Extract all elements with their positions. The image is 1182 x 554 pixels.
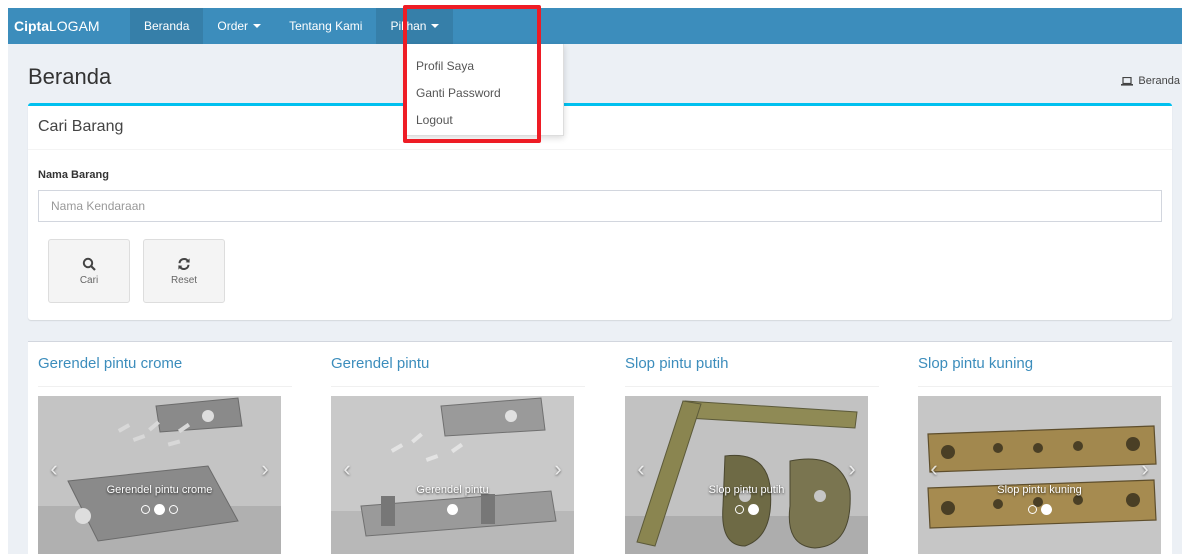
- caret-down-icon: [431, 24, 440, 28]
- caret-down-icon: [253, 24, 262, 28]
- breadcrumb[interactable]: Beranda: [1121, 75, 1180, 87]
- product-photo: [918, 396, 1161, 554]
- brand-rest: LOGAM: [49, 18, 100, 34]
- brand-bold: Cipta: [14, 18, 49, 34]
- refresh-icon: [178, 257, 190, 270]
- nama-barang-label: Nama Barang: [38, 169, 109, 181]
- nav-tentang-kami[interactable]: Tentang Kami: [275, 8, 376, 44]
- menu-item-profil-saya[interactable]: Profil Saya: [407, 56, 563, 83]
- divider: [918, 386, 1172, 387]
- carousel-caption: Slop pintu kuning: [997, 484, 1082, 496]
- brand-logo[interactable]: Cipta LOGAM: [8, 8, 130, 44]
- nama-barang-input[interactable]: [38, 190, 1162, 222]
- content-wrapper: Beranda Beranda Cari Barang Nama Barang …: [8, 44, 1182, 554]
- nav-beranda[interactable]: Beranda: [130, 8, 204, 44]
- carousel-caption: Gerendel pintu: [416, 484, 489, 496]
- product-title[interactable]: Gerendel pintu crome: [38, 355, 182, 372]
- carousel-prev-icon[interactable]: ‹: [46, 456, 62, 482]
- search-box-title: Cari Barang: [28, 106, 1172, 150]
- nav-order-label: Order: [217, 19, 249, 33]
- product-carousel[interactable]: ‹ › Slop pintu kuning: [918, 396, 1161, 554]
- product-title[interactable]: Slop pintu kuning: [918, 355, 1033, 372]
- carousel-indicators: [38, 504, 281, 515]
- product-card: Gerendel pintu crome ‹ › Gerendel pintu …: [28, 342, 292, 554]
- carousel-dot[interactable]: [154, 504, 165, 515]
- carousel-indicators: [918, 504, 1161, 515]
- carousel-next-icon[interactable]: ›: [550, 456, 566, 482]
- product-card: Gerendel pintu ‹ › Gerendel pintu: [321, 342, 585, 554]
- nav-beranda-label: Beranda: [144, 19, 190, 33]
- pilihan-dropdown-menu: Profil Saya Ganti Password Logout: [406, 44, 564, 136]
- carousel-indicators: [331, 504, 574, 515]
- menu-item-logout[interactable]: Logout: [407, 110, 563, 137]
- product-carousel[interactable]: ‹ › Gerendel pintu: [331, 396, 574, 554]
- carousel-indicators: [625, 504, 868, 515]
- carousel-dot[interactable]: [734, 505, 744, 514]
- product-title[interactable]: Gerendel pintu: [331, 355, 429, 372]
- carousel-prev-icon[interactable]: ‹: [926, 456, 942, 482]
- carousel-prev-icon[interactable]: ‹: [339, 456, 355, 482]
- nav-pilihan[interactable]: Pilihan: [376, 8, 454, 44]
- product-carousel[interactable]: ‹ › Gerendel pintu crome: [38, 396, 281, 554]
- divider: [331, 386, 585, 387]
- nav-pilihan-label: Pilihan: [390, 19, 427, 33]
- nav-order[interactable]: Order: [203, 8, 275, 44]
- carousel-dot[interactable]: [1027, 505, 1037, 514]
- reset-button[interactable]: Reset: [143, 239, 225, 303]
- carousel-dot[interactable]: [169, 505, 178, 514]
- product-grid: Gerendel pintu crome ‹ › Gerendel pintu …: [28, 341, 1172, 554]
- search-icon: [82, 257, 96, 271]
- product-carousel[interactable]: ‹ › Slop pintu putih: [625, 396, 868, 554]
- carousel-prev-icon[interactable]: ‹: [633, 456, 649, 482]
- page-title: Beranda: [28, 64, 112, 89]
- search-box: Cari Barang Nama Barang Cari Reset: [28, 103, 1172, 320]
- carousel-caption: Slop pintu putih: [708, 484, 785, 496]
- breadcrumb-label: Beranda: [1138, 75, 1180, 87]
- nav-tentang-kami-label: Tentang Kami: [289, 19, 363, 33]
- product-photo: [331, 396, 574, 554]
- carousel-next-icon[interactable]: ›: [257, 456, 273, 482]
- product-photo: [38, 396, 281, 554]
- search-button-label: Cari: [79, 274, 99, 286]
- product-card: Slop pintu kuning ‹ › Slop pintu kuning: [908, 342, 1172, 554]
- carousel-dot[interactable]: [141, 505, 150, 514]
- carousel-dot[interactable]: [1040, 504, 1052, 515]
- carousel-dot[interactable]: [447, 504, 458, 515]
- product-card: Slop pintu putih ‹ › Slop pintu putih: [615, 342, 879, 554]
- laptop-icon: [1121, 76, 1134, 86]
- search-button[interactable]: Cari: [48, 239, 130, 303]
- top-navbar: Cipta LOGAM Beranda Order Tentang Kami Pi…: [8, 8, 1182, 44]
- product-title[interactable]: Slop pintu putih: [625, 355, 728, 372]
- product-photo: [625, 396, 868, 554]
- carousel-next-icon[interactable]: ›: [844, 456, 860, 482]
- carousel-next-icon[interactable]: ›: [1137, 456, 1153, 482]
- divider: [625, 386, 879, 387]
- carousel-dot[interactable]: [747, 504, 759, 515]
- divider: [38, 386, 292, 387]
- carousel-caption: Gerendel pintu crome: [106, 484, 213, 496]
- menu-item-ganti-password[interactable]: Ganti Password: [407, 83, 563, 110]
- reset-button-label: Reset: [170, 274, 198, 286]
